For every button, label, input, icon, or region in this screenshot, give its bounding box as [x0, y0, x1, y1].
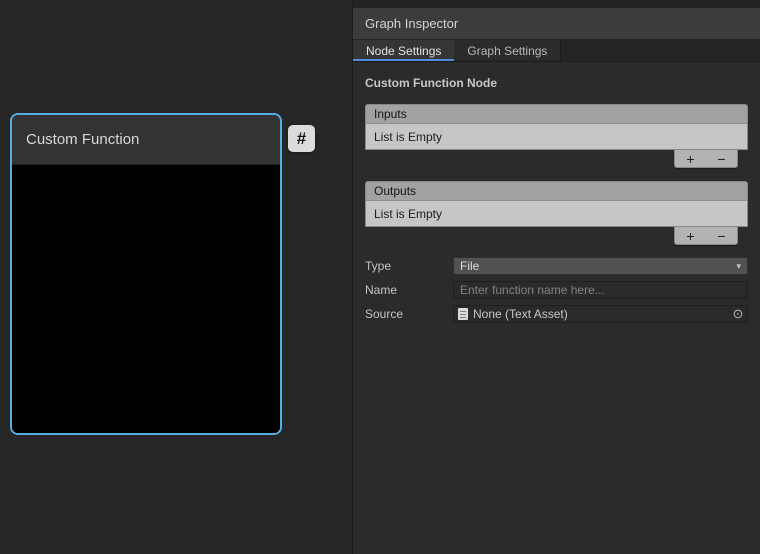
inputs-list-header: Inputs: [365, 104, 748, 124]
node-header[interactable]: Custom Function: [12, 115, 280, 165]
custom-function-badge-icon: #: [288, 125, 315, 152]
inspector-title: Graph Inspector: [365, 16, 458, 31]
inputs-list-footer-buttons: + −: [674, 150, 738, 168]
chevron-down-icon: ▾: [736, 261, 741, 272]
tab-graph-settings-label: Graph Settings: [467, 44, 547, 58]
inputs-list-footer: + −: [365, 150, 748, 168]
type-row: Type File ▾: [365, 257, 748, 275]
inspector-tabbar: Node Settings Graph Settings: [353, 40, 760, 62]
node-body: [12, 165, 280, 433]
tab-node-settings-label: Node Settings: [366, 44, 441, 58]
object-picker-icon[interactable]: ⊙: [729, 306, 747, 322]
source-object-value: None (Text Asset): [473, 307, 568, 321]
outputs-list-footer: + −: [365, 227, 748, 245]
inputs-list-header-label: Inputs: [374, 107, 407, 121]
inputs-list: Inputs List is Empty + −: [365, 104, 748, 168]
source-object-field[interactable]: None (Text Asset) ⊙: [453, 305, 748, 323]
type-dropdown[interactable]: File ▾: [453, 257, 748, 275]
outputs-list-header: Outputs: [365, 181, 748, 201]
inputs-add-button[interactable]: +: [679, 152, 703, 166]
type-label: Type: [365, 259, 453, 273]
outputs-list-footer-buttons: + −: [674, 227, 738, 245]
outputs-list-empty-label: List is Empty: [374, 207, 442, 221]
inspector-header[interactable]: Graph Inspector: [353, 8, 760, 40]
name-row: Name: [365, 281, 748, 299]
inputs-list-empty-label: List is Empty: [374, 130, 442, 144]
inputs-list-empty-row: List is Empty: [365, 124, 748, 150]
function-name-input[interactable]: [453, 281, 748, 299]
tab-graph-settings[interactable]: Graph Settings: [454, 40, 561, 61]
graph-inspector-panel: Graph Inspector Node Settings Graph Sett…: [352, 0, 760, 554]
source-row: Source None (Text Asset) ⊙: [365, 305, 748, 323]
section-title: Custom Function Node: [365, 76, 748, 90]
outputs-add-button[interactable]: +: [679, 229, 703, 243]
name-label: Name: [365, 283, 453, 297]
outputs-remove-button[interactable]: −: [710, 229, 734, 243]
node-properties: Type File ▾ Name Source None (Text Asset…: [365, 257, 748, 323]
outputs-list: Outputs List is Empty + −: [365, 181, 748, 245]
text-asset-icon: [458, 308, 468, 320]
type-dropdown-value: File: [460, 259, 479, 273]
source-label: Source: [365, 307, 453, 321]
custom-function-node[interactable]: Custom Function: [10, 113, 282, 435]
outputs-list-empty-row: List is Empty: [365, 201, 748, 227]
tab-node-settings[interactable]: Node Settings: [353, 40, 454, 61]
hash-icon: #: [297, 129, 306, 149]
node-title: Custom Function: [26, 131, 139, 148]
inputs-remove-button[interactable]: −: [710, 152, 734, 166]
outputs-list-header-label: Outputs: [374, 184, 416, 198]
inspector-top-strip: [353, 0, 760, 8]
